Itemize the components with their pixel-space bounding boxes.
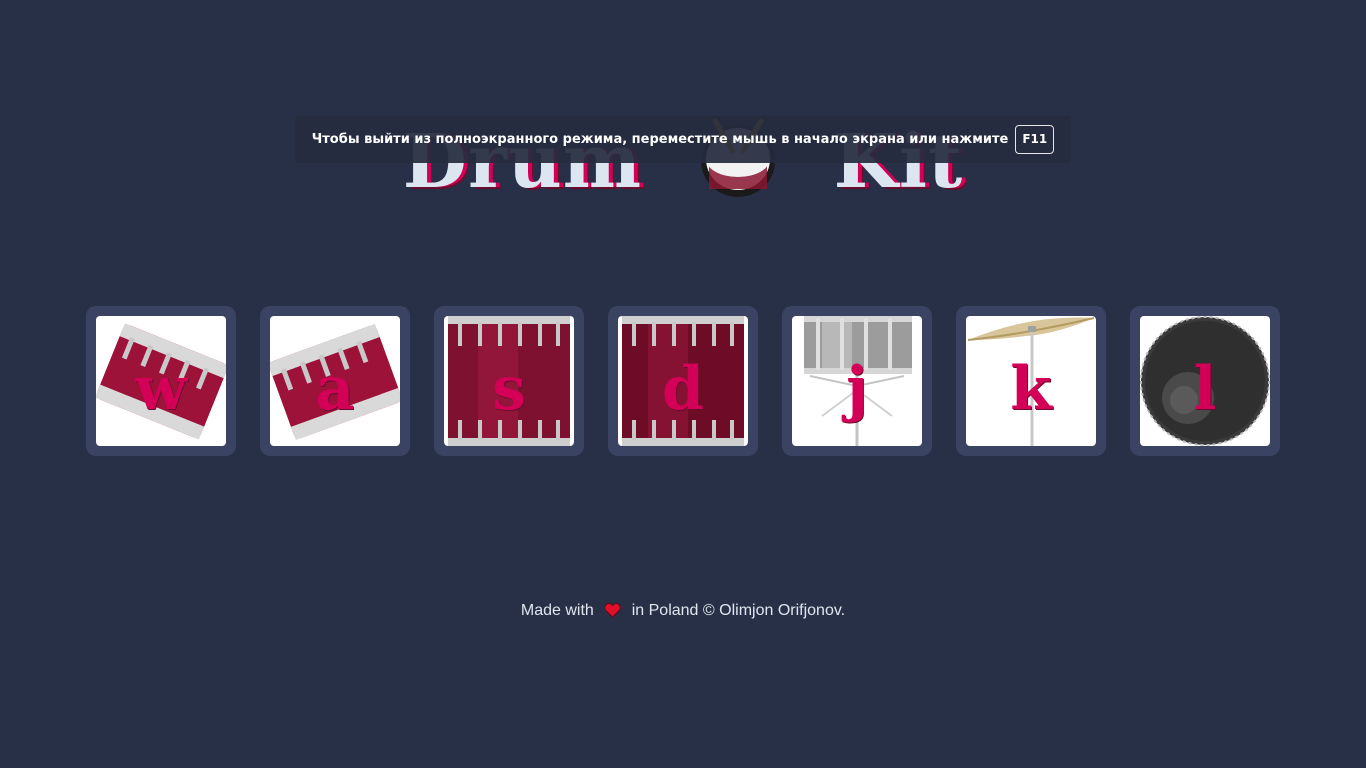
drum-key-letter: a — [315, 354, 355, 424]
footer: Made with in Poland © Olimjon Orifjonov. — [0, 602, 1366, 623]
drum-key-a[interactable]: a — [260, 306, 410, 456]
drum-key-d[interactable]: d — [608, 306, 758, 456]
drum-key-s[interactable]: s — [434, 306, 584, 456]
drum-key-letter: l — [1193, 354, 1217, 424]
drum-tile: d — [618, 316, 748, 446]
drum-key-letter: w — [135, 354, 187, 424]
drum-tile: k — [966, 316, 1096, 446]
drum-key-letter: k — [1010, 354, 1052, 424]
drum-tile: w — [96, 316, 226, 446]
drum-key-letter: j — [846, 354, 868, 424]
drum-keys: w a s d j k l — [86, 306, 1280, 456]
drum-key-letter: d — [662, 354, 704, 424]
page: Drum Kit Чтобы выйти из полноэкранного р… — [0, 0, 1366, 768]
drum-tile: s — [444, 316, 574, 446]
fullscreen-exit-key: F11 — [1015, 125, 1055, 154]
drum-key-letter: s — [492, 354, 526, 424]
drum-tile: j — [792, 316, 922, 446]
drum-key-j[interactable]: j — [782, 306, 932, 456]
footer-prefix: Made with — [520, 602, 594, 619]
footer-suffix: in Poland © Olimjon Orifjonov. — [631, 602, 846, 619]
fullscreen-notice: Чтобы выйти из полноэкранного режима, пе… — [295, 116, 1071, 163]
drum-tile: l — [1140, 316, 1270, 446]
drum-tile: a — [270, 316, 400, 446]
drum-key-w[interactable]: w — [86, 306, 236, 456]
heart-icon — [604, 603, 621, 623]
drum-key-k[interactable]: k — [956, 306, 1106, 456]
drum-key-l[interactable]: l — [1130, 306, 1280, 456]
fullscreen-notice-message: Чтобы выйти из полноэкранного режима, пе… — [311, 132, 1009, 147]
